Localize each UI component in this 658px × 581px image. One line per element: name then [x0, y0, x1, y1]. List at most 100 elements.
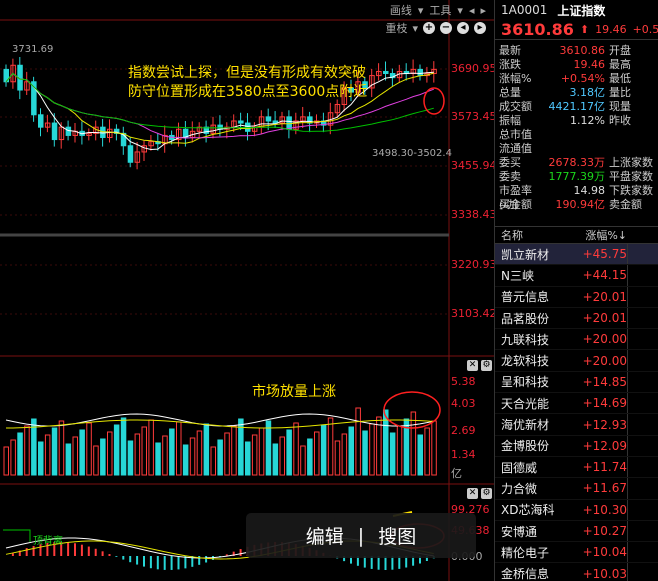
volume-bar [231, 425, 237, 476]
list-item[interactable]: 呈和科技 +14.85 [495, 371, 658, 394]
list-item[interactable]: 九联科技 +20.00 [495, 329, 658, 351]
close-volume-panel-icon[interactable]: ✕ [467, 360, 478, 371]
stock-change-pct: +10.27 [582, 524, 627, 538]
draw-line-button[interactable]: 画线 [390, 2, 412, 18]
volume-bar [314, 431, 320, 476]
list-item[interactable]: N三峡 +44.15 [495, 265, 658, 287]
scroll-right-icon[interactable]: ▸ [480, 4, 486, 17]
stat-value: 3610.86 [559, 44, 606, 57]
volume-annotation: 市场放量上涨 [252, 384, 336, 400]
close-macd-panel-icon[interactable]: ✕ [467, 488, 478, 499]
list-item[interactable]: 精伦电子 +10.04 [495, 542, 658, 564]
volume-bar [189, 437, 196, 476]
stock-change-pct: +44.15 [582, 268, 627, 283]
chart-area[interactable]: 画线 ▾ 工具 ▾ ◂ ▸ 重枝 ▾ + − ◂ ▸ 指数尝试上探，但是没有形成… [0, 0, 497, 581]
stat-value: 3.18亿 [569, 86, 606, 99]
list-item[interactable]: 品茗股份 +20.01 [495, 307, 658, 330]
list-item[interactable]: 龙软科技 +20.00 [495, 350, 658, 372]
stat-row: 委买 2678.33万 上涨家数 [495, 156, 658, 170]
mode-button[interactable]: 重枝 [385, 20, 407, 36]
stat-value [541, 128, 607, 142]
macd-settings-icon[interactable]: ⚙ [481, 488, 492, 499]
stat-label: 委卖 [499, 170, 521, 183]
stock-change-pct: +11.67 [582, 481, 627, 496]
vol-tick-1: 5.38 [451, 375, 476, 388]
stock-name: 金博股份 [501, 439, 550, 454]
pan-left-icon[interactable]: ◂ [457, 22, 469, 34]
list-item[interactable]: 海优新材 +12.93 [495, 414, 658, 436]
volume-bar [210, 446, 216, 476]
stock-change-pct: +14.85 [582, 374, 627, 389]
image-edit-overlay[interactable]: 编辑 | 搜图 [246, 513, 476, 558]
stat-label-2: 昨收 [609, 114, 631, 127]
stat-value: 2678.33万 [548, 156, 606, 169]
stat-label: 涨幅% [499, 72, 532, 85]
list-cell-blank [627, 478, 658, 499]
stock-change-pct: +10.30 [582, 502, 627, 517]
stock-name: 龙软科技 [501, 354, 550, 369]
col-name-header[interactable]: 名称 [495, 227, 563, 243]
volume-bar [265, 420, 272, 476]
stat-label-2: 平盘家数 [609, 170, 653, 183]
list-cell-blank [627, 414, 658, 435]
pan-right-icon[interactable]: ▸ [474, 22, 486, 34]
list-item[interactable]: XD芯海科 +10.30 [495, 499, 658, 521]
stat-row: 总市值 [495, 128, 658, 142]
price-row: 3610.86 ⬆ 19.46 +0.54% [495, 20, 658, 40]
volume-bar [72, 436, 78, 476]
stock-name: XD芯海科 [501, 503, 555, 518]
volume-bar [431, 420, 437, 476]
list-item[interactable]: 金桥信息 +10.03 [495, 563, 658, 581]
volume-bar [286, 429, 292, 476]
stat-value: 4421.17亿 [548, 100, 606, 113]
mode-dropdown-icon[interactable]: ▾ [412, 22, 418, 35]
list-item[interactable]: 普元信息 +20.01 [495, 286, 658, 308]
tools-dropdown-icon[interactable]: ▾ [457, 4, 463, 17]
edit-button[interactable]: 编辑 [306, 522, 344, 549]
stock-change-pct: +10.04 [582, 545, 627, 560]
list-item[interactable]: 力合微 +11.67 [495, 478, 658, 500]
stock-change-pct: +10.03 [582, 566, 627, 581]
volume-bar [169, 428, 175, 476]
stat-row: 总量 3.18亿 量比 [495, 86, 658, 100]
list-cell-blank [627, 499, 658, 520]
vol-tick-4: 1.34 [451, 448, 476, 461]
highlight-circle [423, 87, 445, 115]
volume-bar [107, 431, 113, 476]
scroll-left-icon[interactable]: ◂ [469, 4, 475, 17]
stock-change-pct: +14.69 [582, 396, 627, 411]
list-cell-blank [627, 563, 658, 581]
volume-bar [362, 430, 368, 476]
stock-name: 精伦电子 [501, 545, 550, 560]
volume-bar [134, 433, 141, 476]
volume-bar [120, 417, 127, 476]
volume-bar [369, 423, 375, 476]
list-item[interactable]: 凯立新材 +45.75 [495, 244, 658, 266]
stock-name: 金桥信息 [501, 567, 550, 581]
volume-settings-icon[interactable]: ⚙ [481, 360, 492, 371]
candle-body [238, 120, 244, 124]
draw-dropdown-icon[interactable]: ▾ [418, 4, 424, 17]
ranking-list-header: 名称 涨幅%↓ [495, 226, 658, 244]
stock-change-pct: +20.00 [582, 332, 627, 347]
list-item[interactable]: 天合光能 +14.69 [495, 393, 658, 415]
stat-label-2: 量比 [609, 86, 631, 99]
candle-body [383, 70, 389, 75]
list-item[interactable]: 金博股份 +12.09 [495, 435, 658, 457]
stat-label: 市盈率(动) [499, 184, 532, 211]
image-search-button[interactable]: 搜图 [378, 522, 416, 549]
list-cell-blank [627, 371, 658, 393]
list-item[interactable]: 安博通 +10.27 [495, 520, 658, 543]
stat-label: 成交额 [499, 100, 532, 113]
stock-name: 力合微 [501, 481, 538, 496]
list-item[interactable]: 固德威 +11.74 [495, 456, 658, 479]
stat-label-2: 上涨家数 [609, 156, 653, 169]
zoom-out-icon[interactable]: − [440, 22, 452, 34]
volume-highlight-circle [383, 391, 441, 429]
volume-bar [224, 432, 230, 476]
volume-bar [376, 416, 382, 476]
stat-label-2 [607, 128, 658, 142]
col-pct-header[interactable]: 涨幅%↓ [563, 227, 627, 243]
zoom-in-icon[interactable]: + [423, 22, 435, 34]
tools-button[interactable]: 工具 [429, 2, 451, 18]
